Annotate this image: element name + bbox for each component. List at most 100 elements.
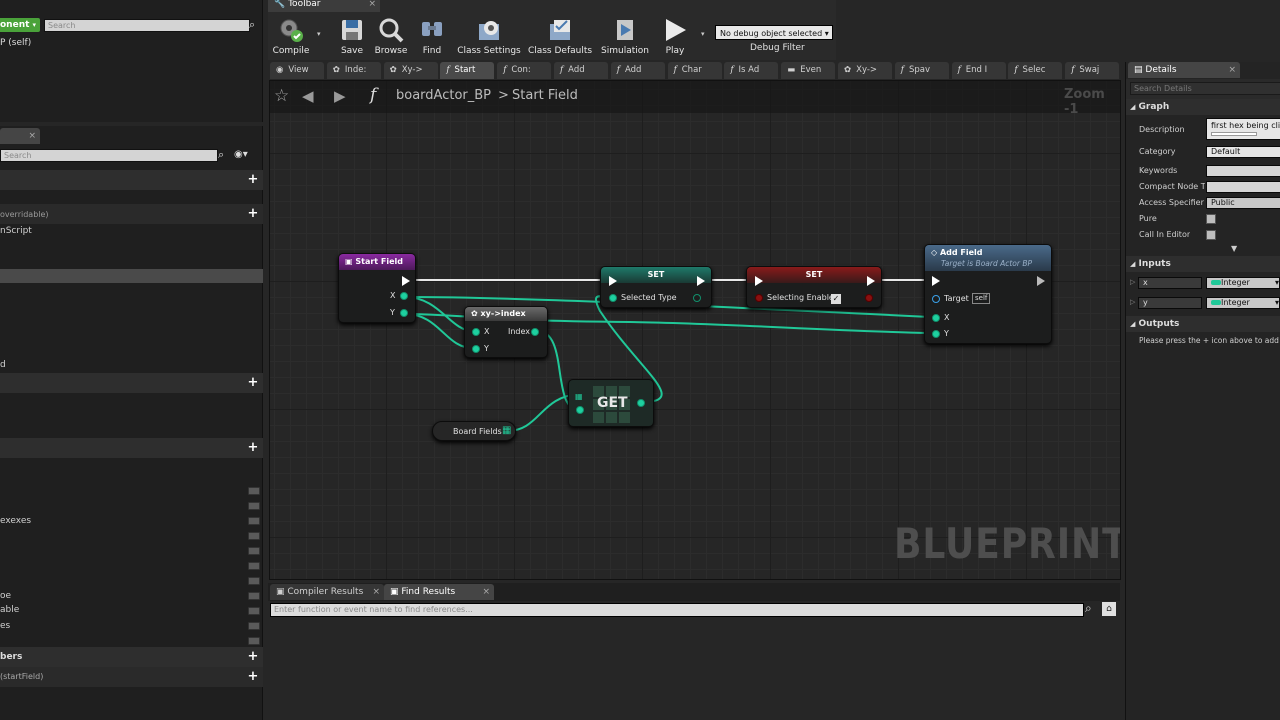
selected-function-row[interactable] xyxy=(0,269,263,283)
find-results-tab[interactable]: ▣ Find Results × xyxy=(384,584,494,600)
variable-visibility-icon[interactable] xyxy=(248,502,260,510)
keywords-input[interactable] xyxy=(1206,165,1280,177)
exec-out-pin[interactable] xyxy=(1037,276,1045,286)
exec-out-pin[interactable] xyxy=(867,276,875,286)
graph-tab[interactable]: f Swaj xyxy=(1065,62,1120,79)
component-add-button[interactable]: onent ▾ xyxy=(0,18,40,32)
pin-y-in[interactable] xyxy=(472,345,480,353)
section-graphs[interactable] xyxy=(0,170,263,190)
close-icon[interactable]: × xyxy=(1228,62,1236,78)
function-item[interactable]: d xyxy=(0,360,260,370)
exec-out-pin[interactable] xyxy=(697,276,705,286)
pin-x-in[interactable] xyxy=(472,328,480,336)
close-icon[interactable]: × xyxy=(482,584,490,600)
add-dispatcher-icon[interactable]: + xyxy=(247,650,259,663)
pin-array-in[interactable]: ▦ xyxy=(575,392,583,401)
input-y-type-select[interactable]: Integer ▾ xyxy=(1206,297,1280,309)
pin-y-in[interactable] xyxy=(932,330,940,338)
close-icon[interactable]: × xyxy=(368,0,376,12)
graph-tab[interactable]: f Selec xyxy=(1008,62,1063,79)
details-tab[interactable]: ▤ Details × xyxy=(1128,62,1240,78)
graph-tab[interactable]: f Spav xyxy=(894,62,949,79)
pin-selecting-enable-out[interactable] xyxy=(865,294,873,302)
details-search-input[interactable]: Search Details xyxy=(1130,82,1280,95)
add-variable-icon[interactable]: + xyxy=(247,441,259,454)
variable-visibility-icon[interactable] xyxy=(248,517,260,525)
eye-icon[interactable]: ◉▾ xyxy=(234,149,248,160)
graph-tab[interactable]: f Con: xyxy=(497,62,552,79)
add-graph-icon[interactable]: + xyxy=(247,173,259,186)
input-y-name[interactable]: y xyxy=(1138,297,1202,309)
play-options-chevron-icon[interactable]: ▾ xyxy=(701,30,705,38)
variable-visibility-icon[interactable] xyxy=(248,487,260,495)
board-fields-node[interactable]: Board Fields ▦ xyxy=(432,421,516,441)
class-defaults-button[interactable]: Class Defaults xyxy=(526,14,594,58)
graph-tab[interactable]: ▬ Even xyxy=(781,62,836,79)
graph-tab[interactable]: f Is Ad xyxy=(724,62,779,79)
compiler-results-tab[interactable]: ▣ Compiler Results × xyxy=(270,584,384,600)
compact-node-title-input[interactable] xyxy=(1206,181,1280,193)
set-selected-type-node[interactable]: SET Selected Type xyxy=(600,266,712,308)
pin-target-in[interactable] xyxy=(932,295,940,303)
play-button[interactable]: Play xyxy=(656,14,694,58)
advanced-expand-icon[interactable]: ▼ xyxy=(1231,244,1237,253)
graph-tab[interactable]: ◉ View xyxy=(270,62,324,79)
expand-input-y-icon[interactable]: ▷ xyxy=(1130,298,1135,306)
pure-checkbox[interactable] xyxy=(1206,214,1216,224)
add-field-node[interactable]: ◇ Add Field Target is Board Actor BP Tar… xyxy=(924,244,1052,344)
variable-item[interactable]: oe xyxy=(0,591,260,601)
pin-index-out[interactable] xyxy=(531,328,539,336)
variable-visibility-icon[interactable] xyxy=(248,622,260,630)
search-icon[interactable]: ⌕ xyxy=(1085,601,1092,616)
graph-tab[interactable]: f End I xyxy=(951,62,1006,79)
variable-visibility-icon[interactable] xyxy=(248,562,260,570)
add-local-variable-icon[interactable]: + xyxy=(247,670,259,683)
graph-tab[interactable]: f Add xyxy=(610,62,665,79)
simulation-button[interactable]: Simulation xyxy=(600,14,650,58)
access-specifier-select[interactable]: Public xyxy=(1206,197,1280,209)
variable-visibility-icon[interactable] xyxy=(248,547,260,555)
input-x-type-select[interactable]: Integer ▾ xyxy=(1206,277,1280,289)
target-value[interactable]: self xyxy=(972,293,991,304)
variable-visibility-icon[interactable] xyxy=(248,532,260,540)
variable-item[interactable]: es xyxy=(0,621,260,631)
variable-visibility-icon[interactable] xyxy=(248,577,260,585)
graph-tab[interactable]: ✿ Xy-> xyxy=(383,62,438,79)
construction-script-item[interactable]: nScript xyxy=(0,226,260,236)
self-item[interactable]: P (self) xyxy=(0,38,31,48)
graph-editor[interactable]: ☆ ◀ ▶ f boardActor_BP > Start Field Zoom… xyxy=(269,80,1121,580)
find-in-all-blueprints-icon[interactable]: ⌂ xyxy=(1102,602,1116,616)
variable-visibility-icon[interactable] xyxy=(248,592,260,600)
pin-selected-type-out[interactable] xyxy=(693,294,701,302)
graph-tab[interactable]: f Add xyxy=(554,62,608,79)
pin-y-out[interactable] xyxy=(400,309,408,317)
variable-visibility-icon[interactable] xyxy=(248,637,260,645)
graph-tab[interactable]: f Start xyxy=(440,62,495,79)
description-input[interactable]: first hex being click xyxy=(1206,118,1280,140)
my-blueprint-search-input[interactable]: Search xyxy=(0,149,218,162)
graph-section-header[interactable]: ◢ Graph xyxy=(1126,99,1280,115)
close-icon[interactable]: × xyxy=(28,128,36,144)
graph-tab[interactable]: f Char xyxy=(667,62,722,79)
graph-tab[interactable]: ✿ Inde: xyxy=(326,62,381,79)
pin-x-in[interactable] xyxy=(932,314,940,322)
exec-in-pin[interactable] xyxy=(755,276,763,286)
overridable-item[interactable]: overridable) xyxy=(0,210,260,219)
search-icon[interactable]: ⌕ xyxy=(218,148,224,162)
section-variables[interactable] xyxy=(0,438,263,458)
get-node[interactable]: GET ▦ xyxy=(568,379,654,427)
outputs-section-header[interactable]: ◢ Outputs xyxy=(1126,316,1280,332)
section-event-dispatchers[interactable]: bers xyxy=(0,647,263,667)
pin-x-out[interactable] xyxy=(400,292,408,300)
compile-button[interactable]: Compile xyxy=(270,14,312,58)
xy-index-node[interactable]: ✿ xy->index X Y Index xyxy=(464,306,548,358)
exec-out-pin[interactable] xyxy=(402,276,410,286)
section-macros[interactable] xyxy=(0,373,263,393)
compile-options-chevron-icon[interactable]: ▾ xyxy=(317,30,321,38)
pin-selected-type-in[interactable] xyxy=(609,294,617,302)
section-local-variables[interactable]: (startField) xyxy=(0,667,263,687)
pin-item-out[interactable] xyxy=(637,399,645,407)
debug-object-select[interactable]: No debug object selected ▾ xyxy=(715,25,833,40)
category-input[interactable]: Default xyxy=(1206,146,1280,158)
add-macro-icon[interactable]: + xyxy=(247,376,259,389)
